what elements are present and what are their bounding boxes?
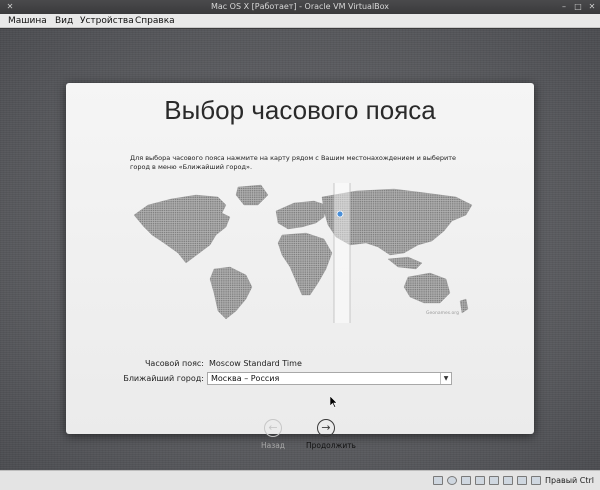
vm-display[interactable]: Выбор часового пояса Для выбора часового… <box>0 29 600 470</box>
menu-item-machine[interactable]: Машина <box>8 16 47 26</box>
display-icon[interactable] <box>503 476 513 485</box>
window-titlebar: Mac OS X [Работает] - Oracle VM VirtualB… <box>0 0 600 14</box>
usb-icon[interactable] <box>461 476 471 485</box>
arrow-left-icon: ← <box>264 419 282 437</box>
mouse-icon[interactable] <box>517 476 527 485</box>
continue-button[interactable]: → Продолжить <box>306 419 356 450</box>
map-australia <box>403 272 451 304</box>
maximize-icon[interactable]: □ <box>574 3 582 11</box>
optical-icon[interactable] <box>447 476 457 485</box>
map-greenland <box>235 184 269 206</box>
close-icon[interactable]: ✕ <box>588 3 596 11</box>
menu-item-devices[interactable]: Устройства <box>80 16 134 26</box>
arrow-right-icon: → <box>317 419 335 437</box>
shared-folder-icon[interactable] <box>489 476 499 485</box>
map-south-america <box>209 266 253 320</box>
continue-label: Продолжить <box>306 441 356 450</box>
map-credit: Geonames.org <box>426 311 459 316</box>
host-key-label: Правый Ctrl <box>544 476 594 485</box>
network-icon[interactable] <box>475 476 485 485</box>
chevron-down-icon[interactable]: ▼ <box>440 373 451 384</box>
map-europe <box>275 200 327 230</box>
window-title: Mac OS X [Работает] - Oracle VM VirtualB… <box>210 2 390 11</box>
status-bar: Правый Ctrl <box>0 470 600 490</box>
map-new-zealand <box>459 298 469 314</box>
timezone-label: Часовой пояс: <box>144 359 204 368</box>
page-title: Выбор часового пояса <box>164 95 436 125</box>
mouse-cursor-icon <box>330 396 338 408</box>
back-button[interactable]: ← Назад <box>253 419 293 450</box>
world-map[interactable] <box>126 180 476 326</box>
timezone-dialog: Выбор часового пояса Для выбора часового… <box>66 83 534 450</box>
keyboard-icon[interactable] <box>531 476 541 485</box>
instruction-text: Для выбора часового пояса нажмите на кар… <box>130 154 457 171</box>
city-label: Ближайший город: <box>123 374 204 383</box>
menu-item-view[interactable]: Вид <box>55 16 73 26</box>
map-africa <box>277 232 333 296</box>
city-select-value: Москва – Россия <box>211 374 280 383</box>
back-label: Назад <box>260 441 285 450</box>
city-select[interactable]: Москва – Россия ▼ <box>207 372 452 385</box>
location-pin-icon <box>336 210 344 218</box>
window-menu-icon[interactable]: ✕ <box>6 3 14 11</box>
map-indonesia <box>387 256 423 270</box>
minimize-icon[interactable]: – <box>560 3 568 11</box>
map-north-america <box>133 194 231 264</box>
menu-item-help[interactable]: Справка <box>135 16 175 26</box>
hdd-icon[interactable] <box>433 476 443 485</box>
menu-bar: Машина Вид Устройства Справка <box>0 14 600 28</box>
timezone-value: Moscow Standard Time <box>209 359 302 368</box>
timezone-band <box>333 180 351 326</box>
